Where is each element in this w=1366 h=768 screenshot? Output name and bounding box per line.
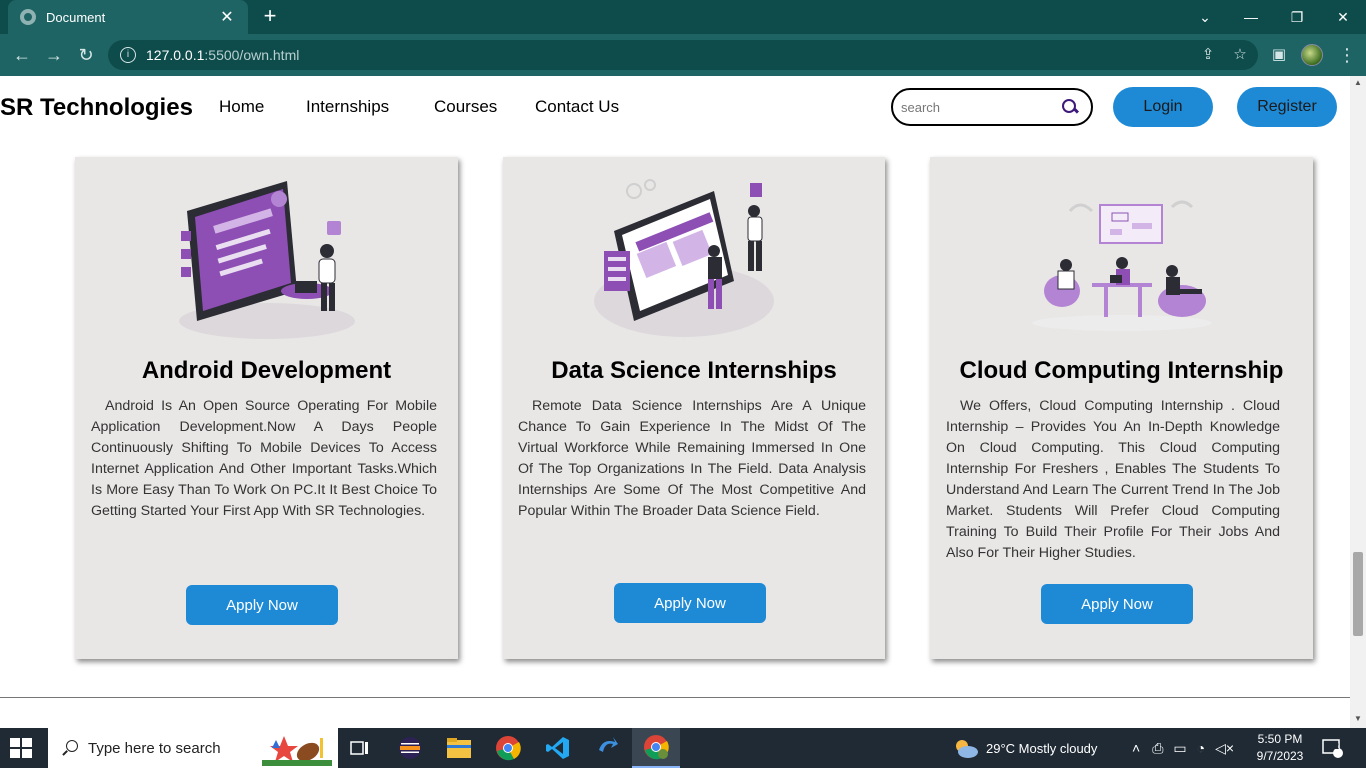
card-title: Data Science Internships (551, 357, 837, 384)
tray-icons[interactable]: ˄ ⎙ ▭ ◔ ◁× (1132, 728, 1234, 768)
apply-now-button[interactable]: Apply Now (186, 585, 338, 625)
browser-tab[interactable]: Document ✕ (8, 0, 248, 34)
back-arrow-icon[interactable]: ← (10, 43, 34, 67)
tab-title: Document (46, 9, 106, 25)
apply-now-button[interactable]: Apply Now (1041, 584, 1193, 624)
site-brand[interactable]: SR Technologies (0, 94, 193, 122)
windows-taskbar: Type here to search 29°C Mostly cloudy ˄… (0, 728, 1366, 768)
restore-button[interactable]: ❐ (1274, 0, 1320, 34)
kebab-menu-icon[interactable]: ⋮ (1338, 44, 1356, 66)
tab-close-icon[interactable]: ✕ (218, 7, 236, 27)
vscode-app-icon[interactable] (534, 728, 582, 768)
clock-time: 5:50 PM (1257, 732, 1303, 746)
weather-text: 29°C Mostly cloudy (986, 740, 1098, 756)
notification-count: 2 (1334, 741, 1340, 751)
eclipse-app-icon[interactable] (386, 728, 434, 768)
page-viewport: SR Technologies Home Internships Courses… (0, 76, 1350, 728)
browser-titlebar: Document ✕ + ⌄ — ❐ ✕ (0, 0, 1366, 34)
card-title: Android Development (141, 357, 392, 384)
internship-card-cloud: Cloud Computing Internship We Offers, Cl… (930, 157, 1313, 659)
nav-internships-link[interactable]: Internships (306, 97, 389, 117)
close-window-button[interactable]: ✕ (1320, 0, 1366, 34)
url-host: 127.0.0.1 (146, 47, 205, 63)
forward-arrow-icon[interactable]: → (42, 43, 66, 67)
side-panel-icon[interactable]: ▣ (1268, 44, 1290, 66)
search-icon[interactable] (1061, 98, 1079, 116)
nav-home-link[interactable]: Home (219, 97, 264, 117)
taskbar-search-placeholder: Type here to search (88, 739, 221, 757)
data-science-illustration (594, 179, 774, 337)
speaker-muted-icon[interactable]: ◁× (1215, 740, 1234, 757)
apply-now-button[interactable]: Apply Now (614, 583, 766, 623)
wifi-icon[interactable]: ◔ (1197, 740, 1205, 756)
chrome-active-app-icon[interactable] (632, 728, 680, 768)
card-title: Cloud Computing Internship (959, 357, 1284, 384)
reload-icon[interactable]: ↻ (74, 43, 98, 67)
new-tab-button[interactable]: + (258, 4, 282, 28)
battery-icon[interactable]: ▭ (1173, 740, 1186, 757)
register-button[interactable]: Register (1237, 87, 1337, 127)
site-search-input[interactable] (901, 99, 1051, 115)
chevron-up-icon[interactable]: ˄ (1132, 740, 1140, 756)
taskbar-clock[interactable]: 5:50 PM 9/7/2023 (1248, 731, 1312, 765)
notification-center[interactable]: 2 (1322, 728, 1344, 768)
nav-courses-link[interactable]: Courses (434, 97, 497, 117)
share-icon[interactable]: ⇪ (1197, 44, 1219, 66)
search-highlight-icon (262, 736, 332, 766)
notification-icon (1322, 739, 1343, 758)
globe-icon (20, 9, 36, 25)
windows-start-icon[interactable] (10, 738, 32, 758)
star-icon[interactable]: ☆ (1229, 44, 1251, 66)
profile-avatar[interactable] (1301, 44, 1323, 66)
file-explorer-icon[interactable] (435, 728, 483, 768)
weather-widget[interactable]: 29°C Mostly cloudy (952, 728, 1097, 768)
search-icon (62, 740, 78, 756)
login-button[interactable]: Login (1113, 87, 1213, 127)
scrollbar-thumb[interactable] (1353, 552, 1363, 636)
minimize-button[interactable]: — (1228, 0, 1274, 34)
cloud-sun-icon (956, 740, 978, 758)
card-description: Remote Data Science Internships Are A Un… (518, 398, 866, 519)
address-bar[interactable]: i 127.0.0.1:5500/own.html (108, 40, 1258, 70)
task-view-icon[interactable] (336, 728, 384, 768)
meet-now-icon[interactable]: ⎙ (1152, 740, 1163, 757)
internship-card-android: Android Development Android Is An Open S… (75, 157, 458, 659)
nav-contact-link[interactable]: Contact Us (535, 97, 619, 117)
url-path: :5500/own.html (204, 47, 300, 63)
section-divider (0, 697, 1350, 698)
scroll-down-arrow-icon[interactable]: ▼ (1350, 714, 1366, 726)
cloud-computing-illustration (1031, 200, 1212, 331)
card-description: Android Is An Open Source Operating For … (91, 398, 437, 519)
taskbar-search-box[interactable]: Type here to search (48, 728, 338, 768)
chrome-app-icon[interactable] (484, 728, 532, 768)
scroll-up-arrow-icon[interactable]: ▲ (1350, 78, 1366, 90)
tab-search-chevron-icon[interactable]: ⌄ (1182, 0, 1228, 34)
site-info-icon[interactable]: i (120, 47, 136, 63)
site-header: SR Technologies Home Internships Courses… (0, 76, 1350, 140)
clock-date: 9/7/2023 (1256, 749, 1304, 763)
page-scrollbar[interactable]: ▲ ▼ (1350, 76, 1366, 728)
site-search-box (891, 88, 1093, 126)
arrow-app-icon[interactable] (583, 728, 631, 768)
internship-card-data-science: Data Science Internships Remote Data Sci… (503, 157, 885, 659)
card-description: We Offers, Cloud Computing Internship . … (946, 398, 1280, 561)
android-illustration (178, 181, 355, 339)
